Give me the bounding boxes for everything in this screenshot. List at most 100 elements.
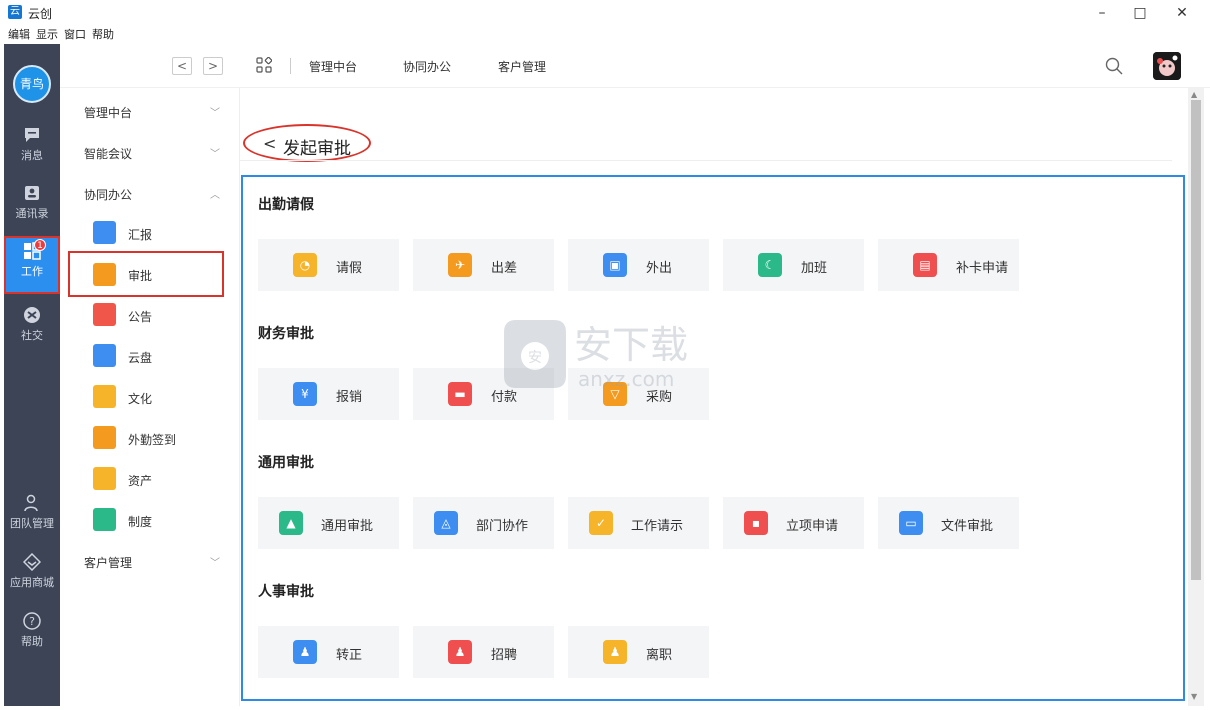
scroll-up-icon[interactable]: ▲ <box>1191 90 1197 99</box>
chevron-up-icon[interactable]: ︿ <box>210 186 220 201</box>
rail-item-work[interactable]: 1 工作 <box>4 236 60 294</box>
back-chevron-icon[interactable]: < <box>263 134 276 153</box>
divider <box>240 160 1172 161</box>
profile-avatar[interactable] <box>1153 52 1181 80</box>
card-label: 立项申请 <box>786 519 839 534</box>
chevron-down-icon[interactable]: ﹀ <box>210 145 220 160</box>
sidebar-item-label: 外勤签到 <box>128 433 177 447</box>
sidebar-item-approval[interactable]: 审批 <box>68 251 224 297</box>
rail-item-label: 社交 <box>21 329 43 342</box>
section-title: 出勤请假 <box>258 197 314 213</box>
group-customer[interactable]: 客户管理 <box>84 554 132 571</box>
sidebar-item-report[interactable]: 汇报 <box>70 216 222 252</box>
plane-icon: ✈ <box>448 253 472 277</box>
approval-card-dept[interactable]: ◬ 部门协作 <box>413 497 554 549</box>
section-title: 人事审批 <box>258 584 314 600</box>
rail-item-contacts[interactable]: 通讯录 <box>4 178 60 234</box>
sidebar-item-assets[interactable]: 资产 <box>70 462 222 498</box>
stamp-icon: ▲ <box>279 511 303 535</box>
approval-card-document[interactable]: ▭ 文件审批 <box>878 497 1019 549</box>
approval-card-payment[interactable]: ▬ 付款 <box>413 368 554 420</box>
rail-item-label: 消息 <box>21 149 43 162</box>
approval-card-reimburse[interactable]: ¥ 报销 <box>258 368 399 420</box>
menu-view[interactable]: 显示 <box>36 26 58 44</box>
minimize-button[interactable]: – <box>1082 2 1122 24</box>
group-management[interactable]: 管理中台 <box>84 104 132 121</box>
tab-management[interactable]: 管理中台 <box>309 58 357 75</box>
sidebar-item-label: 汇报 <box>128 228 153 242</box>
approval-card-recruit[interactable]: ♟ 招聘 <box>413 626 554 678</box>
tab-customer[interactable]: 客户管理 <box>498 58 546 75</box>
approval-card-general[interactable]: ▲ 通用审批 <box>258 497 399 549</box>
rail-item-social[interactable]: 社交 <box>4 300 60 356</box>
menu-help[interactable]: 帮助 <box>92 26 114 44</box>
sidebar-item-policy[interactable]: 制度 <box>70 503 222 539</box>
main-content: < 发起审批 出勤请假 ◔ 请假 ✈ 出差 ▣ 外出 ☾ 加班 ▤ 补卡申请 财… <box>240 88 1188 706</box>
search-icon[interactable] <box>1105 57 1123 75</box>
chevron-down-icon[interactable]: ﹀ <box>210 554 220 569</box>
rail-item-messages[interactable]: 消息 <box>4 120 60 176</box>
card-label: 部门协作 <box>476 519 529 534</box>
card-label: 转正 <box>336 648 363 663</box>
rail-item-label: 工作 <box>21 265 43 278</box>
social-icon <box>24 307 40 323</box>
approval-card-project[interactable]: ▪ 立项申请 <box>723 497 864 549</box>
apps-grid-icon[interactable] <box>256 57 272 73</box>
checklist-icon: ✓ <box>589 511 613 535</box>
forward-button[interactable]: > <box>203 57 223 75</box>
card-label: 离职 <box>646 648 673 663</box>
folder-icon: ▭ <box>899 511 923 535</box>
rail-item-help[interactable]: ? 帮助 <box>4 606 60 662</box>
culture-icon <box>93 385 116 408</box>
sidebar-item-label: 文化 <box>128 392 153 406</box>
card-label: 补卡申请 <box>956 261 1009 276</box>
rail-item-label: 应用商城 <box>10 576 54 589</box>
rail-item-label: 通讯录 <box>15 207 49 220</box>
back-button[interactable]: < <box>172 57 192 75</box>
team-icon <box>24 494 38 512</box>
approval-card-punch[interactable]: ▤ 补卡申请 <box>878 239 1019 291</box>
scroll-thumb[interactable] <box>1191 100 1201 580</box>
approval-card-regular[interactable]: ♟ 转正 <box>258 626 399 678</box>
maximize-button[interactable]: □ <box>1120 2 1160 24</box>
top-bar: < > 管理中台 协同办公 客户管理 <box>60 44 1210 88</box>
vertical-scrollbar[interactable]: ▲ ▼ <box>1188 88 1204 706</box>
group-meeting[interactable]: 智能会议 <box>84 145 132 162</box>
report-icon <box>93 221 116 244</box>
group-collaboration[interactable]: 协同办公 <box>84 186 132 203</box>
sidebar-item-notice[interactable]: 公告 <box>70 298 222 334</box>
scroll-down-icon[interactable]: ▼ <box>1191 692 1197 701</box>
rail-item-store[interactable]: 应用商城 <box>4 547 60 603</box>
sidebar-item-checkin[interactable]: 外勤签到 <box>70 421 222 457</box>
approval-panel: 出勤请假 ◔ 请假 ✈ 出差 ▣ 外出 ☾ 加班 ▤ 补卡申请 财务审批 ¥ 报… <box>241 175 1185 701</box>
card-label: 出差 <box>491 261 518 276</box>
sidebar-item-label: 云盘 <box>128 351 153 365</box>
cloud-icon <box>93 344 116 367</box>
approval-card-trip[interactable]: ✈ 出差 <box>413 239 554 291</box>
close-button[interactable]: ✕ <box>1162 2 1202 24</box>
approval-card-leave[interactable]: ◔ 请假 <box>258 239 399 291</box>
collaboration-icon: ◬ <box>434 511 458 535</box>
person-icon: ♟ <box>448 640 472 664</box>
title-bar: 云 云创 – □ ✕ <box>0 0 1210 26</box>
contacts-icon <box>25 186 39 200</box>
tab-collaboration[interactable]: 协同办公 <box>403 58 451 75</box>
chevron-down-icon[interactable]: ﹀ <box>210 104 220 119</box>
card-label: 通用审批 <box>321 519 374 534</box>
briefcase-icon: ▣ <box>603 253 627 277</box>
card-label: 文件审批 <box>941 519 994 534</box>
card-label: 请假 <box>336 261 363 276</box>
sidebar-item-culture[interactable]: 文化 <box>70 380 222 416</box>
approval-card-request[interactable]: ✓ 工作请示 <box>568 497 709 549</box>
calendar-icon: ▤ <box>913 253 937 277</box>
user-avatar[interactable]: 青鸟 <box>13 65 51 103</box>
approval-card-resign[interactable]: ♟ 离职 <box>568 626 709 678</box>
rail-item-team[interactable]: 团队管理 <box>4 488 60 544</box>
approval-card-overtime[interactable]: ☾ 加班 <box>723 239 864 291</box>
approval-card-purchase[interactable]: ▽ 采购 <box>568 368 709 420</box>
project-icon: ▪ <box>744 511 768 535</box>
approval-card-out[interactable]: ▣ 外出 <box>568 239 709 291</box>
sidebar-item-cloud[interactable]: 云盘 <box>70 339 222 375</box>
menu-window[interactable]: 窗口 <box>64 26 86 44</box>
menu-edit[interactable]: 编辑 <box>8 26 30 44</box>
